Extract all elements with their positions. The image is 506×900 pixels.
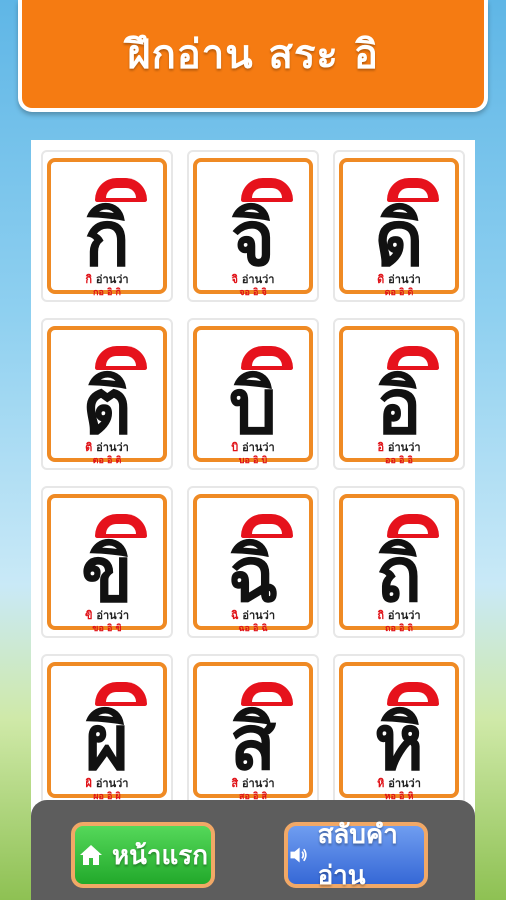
- page-title: ฝึกอ่าน สระ อิ: [127, 32, 379, 78]
- card-letter: กิ: [83, 194, 130, 283]
- card-caption: สิ อ่านว่า: [197, 778, 309, 790]
- card-letter: บิ: [228, 362, 278, 451]
- letter-card[interactable]: หิ หิ อ่านว่า หอ อิ หิ: [333, 654, 465, 806]
- card-letter: ฉิ: [227, 530, 279, 619]
- card-letter: ขิ: [81, 530, 133, 619]
- card-small-letter: สิ: [231, 777, 239, 790]
- card-caption: อิ อ่านว่า: [343, 442, 455, 454]
- card-reads-as: อ่านว่า: [242, 609, 275, 622]
- card-letter: ถิ: [375, 530, 422, 619]
- card-small-letter: กิ: [85, 273, 93, 286]
- card-small-letter: ติ: [85, 441, 93, 454]
- card-caption: บิ อ่านว่า: [197, 442, 309, 454]
- card-small-letter: ขิ: [84, 609, 93, 622]
- card-reads-as: อ่านว่า: [96, 441, 129, 454]
- home-button-label: หน้าแรก: [112, 840, 208, 871]
- card-frame: ถิ ถิ อ่านว่าถอ อิ ถิ: [339, 494, 459, 634]
- home-button[interactable]: หน้าแรก: [71, 822, 215, 888]
- card-reads-as: อ่านว่า: [241, 273, 275, 286]
- card-letter: สิ: [229, 698, 277, 787]
- letter-card[interactable]: อิ อิ อ่านว่าออ อิ อิ: [333, 318, 465, 470]
- card-small-letter: บิ: [231, 441, 239, 454]
- speaker-icon: [290, 847, 307, 863]
- letter-card[interactable]: จิ จิ อ่านว่าจอ อิ จิ: [187, 150, 319, 302]
- card-reads-as: อ่านว่า: [96, 609, 130, 622]
- card-reads-as: อ่านว่า: [242, 441, 275, 454]
- card-spelling: ดอ อิ ดิ: [384, 288, 414, 298]
- card-small-letter: ผิ: [85, 777, 92, 790]
- letter-card[interactable]: กิ กิ อ่านว่ากอ อิ กิ: [41, 150, 173, 302]
- bottom-toolbar: หน้าแรก สลับคำอ่าน: [31, 800, 475, 900]
- card-frame: หิ หิ อ่านว่า หอ อิ หิ: [339, 662, 459, 802]
- card-letter: จิ: [230, 194, 276, 283]
- home-icon: [80, 845, 102, 865]
- card-letter: อิ: [376, 362, 422, 451]
- card-small-letter: ถิ: [377, 609, 385, 622]
- card-spelling: กอ อิ กิ: [93, 288, 121, 298]
- letter-card[interactable]: ถิ ถิ อ่านว่าถอ อิ ถิ: [333, 486, 465, 638]
- card-frame: สิ สิ อ่านว่า สอ อิ สิ: [193, 662, 313, 802]
- card-caption: ติ อ่านว่า: [51, 442, 163, 454]
- letter-card[interactable]: ขิ ขิ อ่านว่าขอ อิ ขิ: [41, 486, 173, 638]
- card-small-letter: ฉิ: [231, 609, 239, 622]
- card-reads-as: อ่านว่า: [388, 273, 421, 286]
- card-caption: ฉิ อ่านว่า: [197, 610, 309, 622]
- card-reads-as: อ่านว่า: [388, 777, 421, 790]
- letter-card[interactable]: ผิ ผิ อ่านว่า ผอ อิ ผิ: [41, 654, 173, 806]
- card-reads-as: อ่านว่า: [95, 777, 129, 790]
- letter-card[interactable]: ฉิ ฉิ อ่านว่าฉอ อิ ฉิ: [187, 486, 319, 638]
- card-small-letter: อิ: [377, 441, 385, 454]
- card-frame: ผิ ผิ อ่านว่า ผอ อิ ผิ: [47, 662, 167, 802]
- switch-reading-button[interactable]: สลับคำอ่าน: [284, 820, 428, 891]
- card-frame: อิ อิ อ่านว่าออ อิ อิ: [339, 326, 459, 466]
- card-reads-as: อ่านว่า: [387, 441, 421, 454]
- letter-card[interactable]: ดิ ดิ อ่านว่าดอ อิ ดิ: [333, 150, 465, 302]
- card-frame: ติ ติ อ่านว่าตอ อิ ติ: [47, 326, 167, 466]
- card-caption: ถิ อ่านว่า: [343, 610, 455, 622]
- card-frame: บิ บิ อ่านว่าบอ อิ บิ: [193, 326, 313, 466]
- card-spelling: ออ อิ อิ: [385, 456, 413, 466]
- card-spelling: ขอ อิ ขิ: [92, 624, 122, 634]
- card-spelling: บอ อิ บิ: [238, 456, 268, 466]
- card-small-letter: จิ: [231, 273, 238, 286]
- letter-grid-panel: กิ กิ อ่านว่า กอ อิ กิ จิ จิ อ่านว่า จอ อิ จิ…: [31, 140, 475, 820]
- card-caption: ดิ อ่านว่า: [343, 274, 455, 286]
- card-caption: หิ อ่านว่า: [343, 778, 455, 790]
- card-spelling: ตอ อิ ติ: [92, 456, 122, 466]
- card-letter: ดิ: [374, 194, 424, 283]
- card-reads-as: อ่านว่า: [241, 777, 275, 790]
- letter-card[interactable]: บิ บิ อ่านว่าบอ อิ บิ: [187, 318, 319, 470]
- card-caption: ขิ อ่านว่า: [51, 610, 163, 622]
- card-reads-as: อ่านว่า: [387, 609, 421, 622]
- card-frame: ขิ ขิ อ่านว่าขอ อิ ขิ: [47, 494, 167, 634]
- card-letter: หิ: [373, 698, 425, 787]
- card-reads-as: อ่านว่า: [95, 273, 129, 286]
- card-spelling: จอ อิ จิ: [239, 288, 267, 298]
- card-caption: จิ อ่านว่า: [197, 274, 309, 286]
- switch-reading-label: สลับคำอ่าน: [317, 820, 398, 891]
- card-letter: ผิ: [84, 698, 130, 787]
- letter-card[interactable]: สิ สิ อ่านว่า สอ อิ สิ: [187, 654, 319, 806]
- card-letter: ติ: [82, 362, 132, 451]
- card-spelling: ฉอ อิ ฉิ: [238, 624, 268, 634]
- card-spelling: ถอ อิ ถิ: [385, 624, 413, 634]
- title-banner: ฝึกอ่าน สระ อิ: [18, 0, 488, 112]
- card-small-letter: หิ: [377, 777, 385, 790]
- letter-card[interactable]: ติ ติ อ่านว่าตอ อิ ติ: [41, 318, 173, 470]
- card-caption: ผิ อ่านว่า: [51, 778, 163, 790]
- card-caption: กิ อ่านว่า: [51, 274, 163, 286]
- card-small-letter: ดิ: [377, 273, 385, 286]
- letter-grid: กิ กิ อ่านว่า กอ อิ กิ จิ จิ อ่านว่า จอ อิ จิ…: [41, 150, 465, 806]
- card-frame: จิ จิ อ่านว่าจอ อิ จิ: [193, 158, 313, 298]
- card-frame: ดิ ดิ อ่านว่าดอ อิ ดิ: [339, 158, 459, 298]
- card-frame: กิ กิ อ่านว่ากอ อิ กิ: [47, 158, 167, 298]
- card-frame: ฉิ ฉิ อ่านว่าฉอ อิ ฉิ: [193, 494, 313, 634]
